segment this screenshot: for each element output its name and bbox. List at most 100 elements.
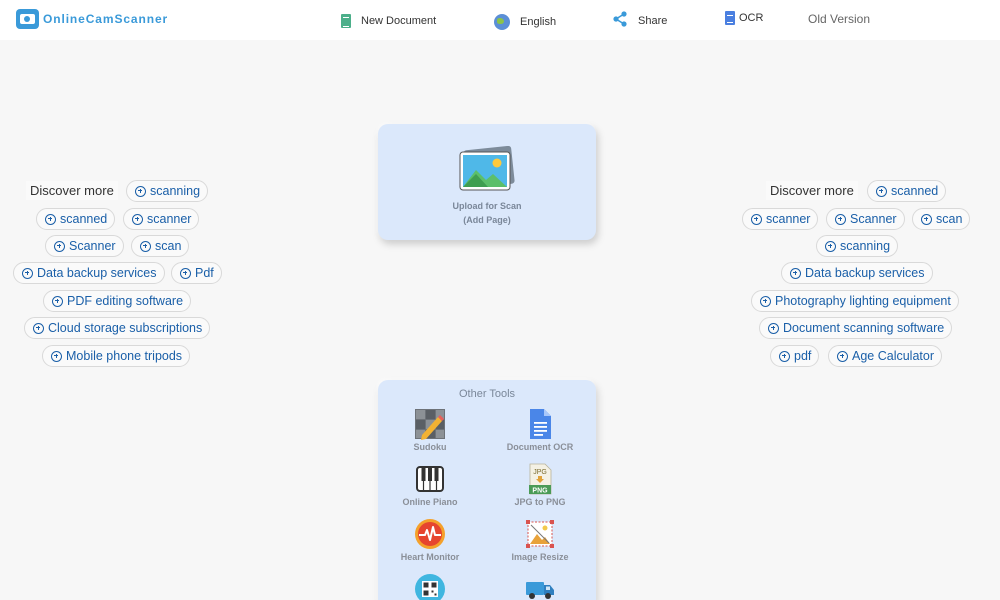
plus-circle-icon: [825, 240, 836, 252]
discover-chip[interactable]: Document scanning software: [759, 317, 953, 339]
plus-circle-icon: [140, 240, 151, 252]
top-navigation-bar: OnlineCamScanner New Document English Sh…: [0, 0, 1000, 40]
tool-jpg-to-png[interactable]: JPG PNG JPG to PNG: [490, 463, 590, 507]
chip-label: scanning: [840, 239, 891, 253]
plus-circle-icon: [837, 350, 848, 362]
upload-for-scan-button[interactable]: Upload for Scan (Add Page): [378, 124, 596, 240]
discover-chip[interactable]: scanned: [36, 208, 116, 230]
document-icon: [341, 14, 351, 28]
discover-chip[interactable]: Scanner: [826, 208, 905, 230]
chip-label: scan: [936, 212, 963, 226]
ocr-document-icon: [725, 11, 735, 25]
tool-image-resize-label: Image Resize: [511, 552, 569, 562]
plus-circle-icon: [180, 267, 191, 279]
chip-label: PDF editing software: [67, 294, 184, 308]
plus-circle-icon: [51, 350, 62, 362]
discover-chip[interactable]: pdf: [770, 345, 820, 367]
tool-jpg-to-png-label: JPG to PNG: [514, 497, 566, 507]
chip-label: scanning: [150, 184, 201, 198]
chip-label: Scanner: [69, 239, 116, 253]
discover-chip[interactable]: scanning: [126, 180, 209, 202]
plus-circle-icon: [790, 267, 801, 279]
tool-sudoku-label: Sudoku: [413, 442, 447, 452]
chip-label: scanned: [60, 212, 108, 226]
nav-language[interactable]: English: [494, 14, 556, 30]
tool-heart-monitor[interactable]: Heart Monitor: [380, 518, 480, 562]
tool-online-piano[interactable]: Online Piano: [380, 463, 480, 507]
chip-label: Cloud storage subscriptions: [48, 321, 203, 335]
chip-label: Scanner: [850, 212, 897, 226]
plus-circle-icon: [921, 213, 932, 225]
chip-label: Photography lighting equipment: [775, 294, 951, 308]
nav-share-label: Share: [638, 14, 668, 27]
image-upload-icon: [459, 146, 515, 191]
other-tools-panel: Other Tools Sudoku Document OCR Online P…: [378, 380, 596, 600]
tool-document-ocr[interactable]: Document OCR: [490, 408, 590, 452]
jpg-png-icon: JPG PNG: [529, 463, 552, 495]
plus-circle-icon: [751, 213, 762, 225]
chip-label: Data backup services: [37, 266, 157, 280]
site-logo[interactable]: OnlineCamScanner: [16, 9, 168, 29]
tool-online-piano-label: Online Piano: [402, 497, 458, 507]
tool-truck[interactable]: [490, 573, 590, 600]
plus-circle-icon: [45, 213, 56, 225]
chip-label: scan: [155, 239, 182, 253]
discover-chip[interactable]: scanning: [816, 235, 899, 257]
chip-label: Age Calculator: [852, 349, 934, 363]
png-badge-text: PNG: [532, 488, 548, 495]
discover-chip[interactable]: scanner: [742, 208, 819, 230]
discover-more-label-left: Discover more: [26, 181, 118, 200]
nav-ocr[interactable]: OCR: [725, 11, 763, 25]
plus-circle-icon: [760, 295, 771, 307]
tool-image-resize[interactable]: Image Resize: [490, 518, 590, 562]
heart-monitor-icon: [415, 519, 445, 549]
discover-chip[interactable]: Age Calculator: [828, 345, 942, 367]
discover-chip[interactable]: Pdf: [171, 262, 222, 284]
discover-chip[interactable]: Data backup services: [781, 262, 933, 284]
discover-chip[interactable]: scanner: [123, 208, 200, 230]
discover-more-label-right: Discover more: [766, 181, 858, 200]
plus-circle-icon: [779, 350, 790, 362]
sudoku-icon: [415, 409, 445, 440]
nav-old-version[interactable]: Old Version: [808, 12, 870, 26]
tool-sudoku[interactable]: Sudoku: [380, 408, 480, 452]
chip-label: Pdf: [195, 266, 214, 280]
chip-label: Document scanning software: [783, 321, 945, 335]
plus-circle-icon: [132, 213, 143, 225]
discover-chip[interactable]: scan: [912, 208, 971, 230]
discover-chip[interactable]: Scanner: [45, 235, 124, 257]
chip-label: scanner: [766, 212, 811, 226]
nav-old-version-label: Old Version: [808, 12, 871, 26]
plus-circle-icon: [135, 185, 146, 197]
nav-new-document-label: New Document: [361, 15, 437, 27]
plus-circle-icon: [835, 213, 846, 225]
piano-icon: [416, 466, 444, 492]
upload-title: Upload for Scan: [452, 201, 522, 211]
tool-heart-monitor-label: Heart Monitor: [400, 552, 460, 562]
image-resize-icon: [526, 520, 554, 548]
plus-circle-icon: [768, 322, 779, 334]
jpg-badge-text: JPG: [533, 469, 547, 476]
discover-chip[interactable]: PDF editing software: [43, 290, 192, 312]
plus-circle-icon: [33, 322, 44, 334]
chip-label: Data backup services: [805, 266, 925, 280]
discover-chip[interactable]: Data backup services: [13, 262, 165, 284]
discover-chip[interactable]: Cloud storage subscriptions: [24, 317, 211, 339]
chip-label: scanner: [147, 212, 192, 226]
nav-new-document[interactable]: New Document: [341, 14, 436, 28]
chip-label: Mobile phone tripods: [66, 349, 183, 363]
camera-logo-icon: [16, 9, 39, 29]
tool-document-ocr-label: Document OCR: [506, 442, 574, 452]
discover-chip[interactable]: Photography lighting equipment: [751, 290, 959, 312]
plus-circle-icon: [52, 295, 63, 307]
nav-share[interactable]: Share: [612, 11, 667, 30]
chip-label: scanned: [891, 184, 939, 198]
tool-qr-code[interactable]: [380, 573, 480, 600]
discover-chip[interactable]: scanned: [867, 180, 947, 202]
discover-chip[interactable]: Mobile phone tripods: [42, 345, 191, 367]
document-ocr-icon: [530, 409, 551, 439]
nav-ocr-label: OCR: [739, 12, 764, 24]
share-icon: [612, 11, 628, 30]
upload-subtitle: (Add Page): [463, 215, 511, 225]
discover-chip[interactable]: scan: [131, 235, 190, 257]
